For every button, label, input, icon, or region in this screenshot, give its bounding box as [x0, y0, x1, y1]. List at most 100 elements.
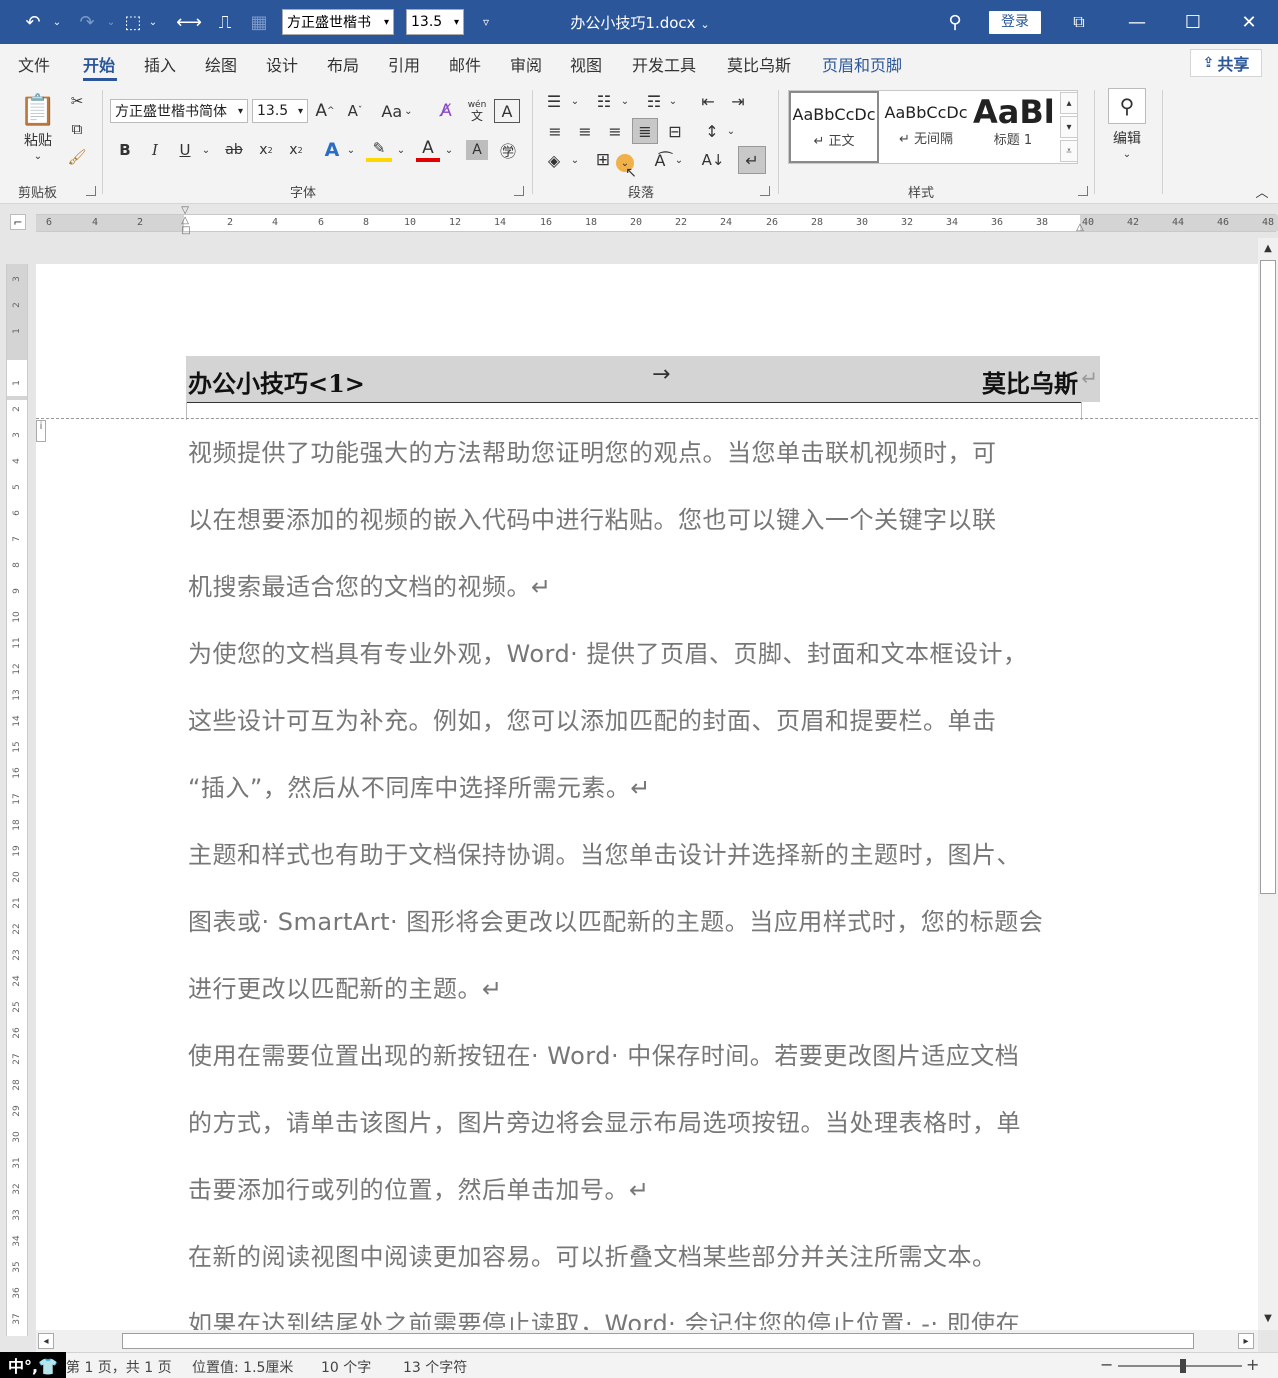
page-width-icon[interactable]: ⟷ — [174, 0, 204, 44]
line-spacing-dropdown-icon[interactable]: ⌄ — [724, 120, 738, 142]
tab-mailings[interactable]: 邮件 — [449, 52, 481, 76]
tab-design[interactable]: 设计 — [266, 52, 298, 76]
increase-indent-icon[interactable]: ⇥ — [726, 90, 750, 112]
zoom-out-icon[interactable]: − — [1100, 1355, 1113, 1374]
underline-dropdown-icon[interactable]: ⌄ — [198, 138, 214, 162]
strikethrough-icon[interactable]: ab — [222, 138, 246, 162]
editing-dropdown-icon[interactable]: ⌄ — [1118, 146, 1136, 162]
multilevel-dropdown-icon[interactable]: ⌄ — [666, 90, 680, 112]
login-button[interactable]: 登录 — [989, 11, 1041, 34]
document-title[interactable]: 办公小技巧1.docx ⌄ — [540, 12, 740, 33]
highlight-dropdown-icon[interactable]: ⌄ — [394, 138, 408, 162]
clear-formatting-icon[interactable]: A̸ — [434, 99, 458, 123]
quick-font-name[interactable]: 方正盛世楷书 ▾ — [282, 9, 394, 35]
line-spacing-icon[interactable]: ↕ — [700, 120, 724, 142]
highlight-color-icon[interactable]: ✎ — [366, 138, 392, 162]
font-color-icon[interactable]: A — [416, 138, 440, 162]
tab-layout[interactable]: 布局 — [327, 52, 359, 76]
tab-mobius[interactable]: 莫比乌斯 — [727, 52, 791, 76]
font-dialog-launcher-icon[interactable] — [514, 186, 524, 196]
borders-icon[interactable]: ⊞ — [590, 148, 616, 172]
shading-dropdown-icon[interactable]: ⌄ — [568, 148, 582, 172]
align-left-icon[interactable]: ≡ — [542, 120, 568, 142]
shading-icon[interactable]: ◈ — [542, 148, 566, 172]
zoom-slider-thumb[interactable] — [1180, 1359, 1186, 1373]
bold-icon[interactable]: B — [114, 138, 136, 162]
italic-icon[interactable]: I — [144, 138, 166, 162]
scroll-left-icon[interactable]: ◂ — [38, 1333, 54, 1349]
share-button[interactable]: ⇪ 共享 — [1190, 49, 1262, 77]
redo-icon[interactable]: ↷ — [72, 0, 102, 44]
scroll-down-icon[interactable]: ▼ — [1260, 1310, 1276, 1326]
ime-indicator[interactable]: 中°,👕 — [0, 1352, 66, 1378]
asian-layout-dropdown-icon[interactable]: ⌄ — [672, 148, 686, 172]
tab-selector-icon[interactable]: ⌐ — [10, 214, 26, 230]
tab-references[interactable]: 引用 — [388, 52, 420, 76]
redo-dropdown-icon[interactable]: ⌄ — [104, 0, 118, 44]
indent-marker-icon[interactable]: ▽ △ □ — [180, 206, 192, 236]
tab-review[interactable]: 审阅 — [510, 52, 542, 76]
status-page[interactable]: 第 1 页，共 1 页 — [66, 1357, 172, 1377]
collapse-ribbon-icon[interactable]: ︿ — [1252, 182, 1272, 201]
minimize-icon[interactable]: — — [1108, 0, 1166, 44]
styles-scroll-up-icon[interactable]: ▴ — [1060, 92, 1078, 114]
text-effects-icon[interactable]: A — [320, 138, 344, 162]
body-text[interactable]: 视频提供了功能强大的方法帮助您证明您的观点。当您单击联机视频时，可 以在想要添加… — [188, 424, 1084, 1334]
tab-view[interactable]: 视图 — [570, 52, 602, 76]
shrink-font-icon[interactable]: Aˇ — [342, 99, 368, 123]
style-heading-1[interactable]: AaBl 标题 1 — [973, 91, 1053, 163]
bookmark-icon[interactable]: ⎍ — [210, 0, 240, 44]
search-icon[interactable]: ⚲ — [940, 0, 970, 44]
find-icon[interactable]: ⚲ — [1108, 88, 1146, 124]
decrease-indent-icon[interactable]: ⇤ — [696, 90, 720, 112]
style-normal[interactable]: AaBbCcDc ↵ 正文 — [789, 91, 879, 163]
superscript-icon[interactable]: x2 — [284, 138, 308, 162]
close-icon[interactable]: ✕ — [1220, 0, 1278, 44]
undo-dropdown-icon[interactable]: ⌄ — [50, 0, 64, 44]
justify-icon[interactable]: ≣ — [632, 118, 658, 144]
font-color-dropdown-icon[interactable]: ⌄ — [442, 138, 456, 162]
maximize-icon[interactable]: ☐ — [1164, 0, 1222, 44]
clipboard-dialog-launcher-icon[interactable] — [86, 186, 96, 196]
table-icon[interactable]: ▦ — [244, 0, 274, 44]
horizontal-scroll-thumb[interactable] — [122, 1333, 1194, 1349]
status-char-count[interactable]: 13 个字符 — [403, 1357, 467, 1377]
numbering-icon[interactable]: ☷ — [592, 90, 616, 112]
undo-icon[interactable]: ↶ — [18, 0, 48, 44]
distributed-icon[interactable]: ⊟ — [662, 120, 688, 142]
editing-button[interactable]: 编辑 — [1104, 128, 1150, 148]
asian-layout-icon[interactable]: A͡ — [648, 148, 672, 172]
tab-file[interactable]: 文件 — [18, 52, 50, 76]
underline-icon[interactable]: U — [174, 138, 196, 162]
paste-dropdown-icon[interactable]: ⌄ — [28, 148, 48, 164]
tab-draw[interactable]: 绘图 — [205, 52, 237, 76]
styles-more-icon[interactable]: ⩡ — [1060, 140, 1078, 162]
bullets-dropdown-icon[interactable]: ⌄ — [568, 90, 582, 112]
styles-scroll-down-icon[interactable]: ▾ — [1060, 116, 1078, 138]
horizontal-scrollbar[interactable]: ◂ ▸ — [36, 1330, 1258, 1352]
vertical-scroll-thumb[interactable] — [1260, 260, 1276, 894]
character-border-icon[interactable]: A — [494, 99, 520, 123]
page-header[interactable]: 办公小技巧<1> → 莫比乌斯 ↵ — [186, 356, 1100, 402]
bullets-icon[interactable]: ☰ — [542, 90, 566, 112]
show-paragraph-marks-icon[interactable]: ↵ — [738, 146, 766, 174]
paste-icon[interactable]: 📋 — [19, 90, 56, 130]
zoom-in-icon[interactable]: + — [1246, 1355, 1259, 1374]
right-indent-marker-icon[interactable]: △ — [1074, 220, 1086, 234]
scroll-right-icon[interactable]: ▸ — [1238, 1333, 1254, 1349]
multilevel-list-icon[interactable]: ☶ — [642, 90, 666, 112]
phonetic-guide-icon[interactable]: wén 文 — [464, 97, 490, 125]
sort-icon[interactable]: A↓ — [700, 148, 726, 172]
select-dropdown-icon[interactable]: ⌄ — [146, 0, 160, 44]
format-painter-icon[interactable]: 🖌 — [66, 146, 88, 168]
document-page[interactable]: 办公小技巧<1> → 莫比乌斯 ↵ i 视频提供了功能强大的方法帮助您证明您的观… — [36, 264, 1258, 1334]
character-shading-icon[interactable]: A — [466, 140, 488, 160]
grow-font-icon[interactable]: A ^ — [312, 99, 338, 123]
copy-icon[interactable]: ⧉ — [66, 118, 88, 140]
text-effects-dropdown-icon[interactable]: ⌄ — [344, 138, 358, 162]
align-center-icon[interactable]: ≡ — [572, 120, 598, 142]
style-no-spacing[interactable]: AaBbCcDc ↵ 无间隔 — [881, 91, 971, 163]
font-name-combo[interactable]: 方正盛世楷书简体 ▾ — [110, 99, 248, 123]
enclose-characters-icon[interactable]: ㊫ — [496, 138, 520, 162]
status-word-count[interactable]: 10 个字 — [321, 1357, 371, 1377]
